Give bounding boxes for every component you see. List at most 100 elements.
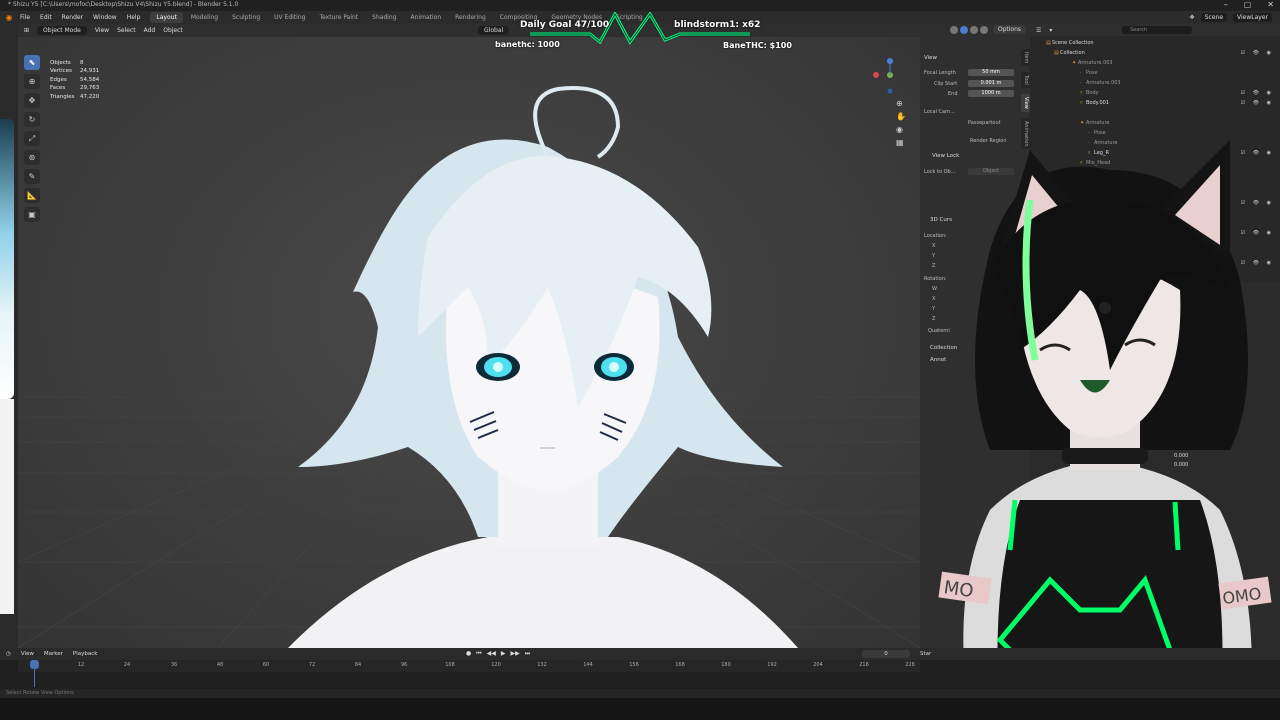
passepartout-checkbox[interactable]: Passepartout <box>968 120 1001 126</box>
editor-type-icon[interactable]: ⊞ <box>24 27 29 34</box>
tab-animation-sidebar[interactable]: Animation <box>1021 117 1030 150</box>
outliner-row[interactable]: · Armature.003 <box>1080 80 1121 86</box>
visibility-toggles[interactable]: ☑ 👁 ◉ <box>1241 100 1274 106</box>
navigation-gizmo[interactable] <box>866 57 906 97</box>
visibility-toggles[interactable]: ☑ 👁 ◉ <box>1241 150 1274 156</box>
view-menu[interactable]: View <box>95 27 109 34</box>
jump-start-icon[interactable]: ⏮ <box>476 650 481 658</box>
playhead[interactable] <box>30 660 39 669</box>
view-layer-selector[interactable]: ViewLayer <box>1233 13 1272 22</box>
visibility-toggles[interactable]: ☑ 👁 ◉ <box>1241 90 1274 96</box>
camera-icon[interactable]: ◉ <box>896 125 906 134</box>
timeline-marker-menu[interactable]: Marker <box>44 651 63 657</box>
visibility-toggles[interactable]: ☑ 👁 ◉ <box>1241 200 1274 206</box>
tab-shading[interactable]: Shading <box>366 12 402 23</box>
3d-viewport[interactable]: ⬉ ⊕ ✥ ↻ ⤢ ⊛ ✎ 📐 ▣ Objects 8 Vertices 24,93… <box>18 37 920 648</box>
menu-help[interactable]: Help <box>127 14 141 21</box>
add-cube-tool-icon[interactable]: ▣ <box>24 207 40 222</box>
maximize-button[interactable]: ▢ <box>1244 0 1252 9</box>
move-tool-icon[interactable]: ✥ <box>24 93 40 108</box>
select-tool-icon[interactable]: ⬉ <box>24 55 40 70</box>
selected-property-field[interactable] <box>1216 391 1240 398</box>
focal-length-field[interactable]: 50 mm <box>968 69 1014 76</box>
property-value[interactable]: 0.000 <box>1174 443 1188 452</box>
property-value[interactable]: 0.000 <box>1174 452 1188 461</box>
timeline-editor-icon[interactable]: ◷ <box>6 651 11 657</box>
menu-edit[interactable]: Edit <box>40 14 52 21</box>
clip-start-field[interactable]: 0.001 m <box>968 80 1014 87</box>
next-keyframe-icon[interactable]: ▶▶ <box>511 650 520 658</box>
tab-item[interactable]: Item <box>1021 49 1030 67</box>
current-frame-field[interactable]: 0 <box>862 650 910 658</box>
prev-keyframe-icon[interactable]: ◀◀ <box>487 650 496 658</box>
wireframe-shading-icon[interactable] <box>950 26 958 34</box>
property-value[interactable]: 0.0 <box>1174 434 1188 443</box>
tab-uv-editing[interactable]: UV Editing <box>268 12 311 23</box>
visibility-toggles[interactable]: ☑ 👁 ◉ <box>1241 230 1274 236</box>
minimize-button[interactable]: – <box>1224 0 1228 9</box>
outliner-row[interactable]: · Pose <box>1088 170 1106 176</box>
solid-shading-icon[interactable] <box>960 26 968 34</box>
outliner-row[interactable]: ▤Collection <box>1054 50 1085 56</box>
view-lock-header[interactable]: View Lock <box>932 153 959 159</box>
display-mode-icon[interactable]: ▾ <box>1049 27 1052 34</box>
outliner-row[interactable]: ✦ Armature.003 <box>1072 60 1113 66</box>
scale-tool-icon[interactable]: ⤢ <box>24 131 40 146</box>
outliner-row[interactable]: ✦ Armature <box>1080 120 1109 126</box>
tab-layout[interactable]: Layout <box>150 12 183 23</box>
menu-window[interactable]: Window <box>93 14 117 21</box>
timeline-view-menu[interactable]: View <box>21 651 34 657</box>
rotation-mode-selector[interactable]: Quaterni <box>928 328 950 334</box>
outliner-row[interactable]: · Pose <box>1080 70 1098 76</box>
outliner-row[interactable]: ▤Scene Collection <box>1046 40 1094 46</box>
menu-render[interactable]: Render <box>62 14 83 21</box>
tab-modeling[interactable]: Modeling <box>185 12 224 23</box>
visibility-toggles[interactable]: ☑ 👁 ◉ <box>1241 260 1274 266</box>
mode-selector[interactable]: Object Mode <box>37 26 87 35</box>
outliner-row[interactable]: · Armature <box>1088 140 1117 146</box>
close-button[interactable]: ✕ <box>1267 0 1274 9</box>
tab-animation[interactable]: Animation <box>405 12 448 23</box>
tab-sculpting[interactable]: Sculpting <box>226 12 266 23</box>
view-section-header[interactable]: View <box>924 55 937 61</box>
collections-header[interactable]: Collection <box>930 345 957 351</box>
material-shading-icon[interactable] <box>970 26 978 34</box>
property-value[interactable]: 0.000 <box>1174 461 1188 470</box>
cursor-tool-icon[interactable]: ⊕ <box>24 74 40 89</box>
grid-view-icon[interactable]: ▦ <box>896 138 906 147</box>
outliner-row[interactable]: ▿ Body.001 <box>1080 100 1109 106</box>
tab-view[interactable]: View <box>1021 94 1030 112</box>
timeline-playback-menu[interactable]: Playback <box>73 651 98 657</box>
options-button[interactable]: Options <box>992 25 1026 34</box>
rotate-tool-icon[interactable]: ↻ <box>24 112 40 127</box>
outliner-row[interactable]: ▿ Body <box>1080 90 1099 96</box>
measure-tool-icon[interactable]: 📐 <box>24 188 40 203</box>
lock-object-field[interactable]: Object <box>968 168 1014 175</box>
play-icon[interactable]: ▶ <box>501 650 506 658</box>
annotations-header[interactable]: Annot <box>930 357 946 363</box>
scene-selector[interactable]: Scene <box>1200 13 1228 22</box>
tab-texture-paint[interactable]: Texture Paint <box>313 12 364 23</box>
outliner-search-input[interactable]: Search <box>1122 26 1192 34</box>
outliner-row[interactable]: ▿ Mio_Head <box>1080 160 1110 166</box>
outliner-row[interactable]: ▿ Leg_R <box>1088 150 1109 156</box>
blender-logo-icon[interactable]: ◉ <box>0 13 18 22</box>
record-icon[interactable]: ● <box>466 650 471 658</box>
timeline-ruler[interactable]: 0 12 24 36 48 60 72 84 96 108 120 132 14… <box>18 660 920 672</box>
pan-hand-icon[interactable]: ✋ <box>896 112 906 121</box>
select-menu[interactable]: Select <box>117 27 136 34</box>
rendered-shading-icon[interactable] <box>980 26 988 34</box>
object-menu[interactable]: Object <box>163 27 183 34</box>
clip-end-field[interactable]: 1000 m <box>968 90 1014 97</box>
outliner-row[interactable]: · Pose <box>1088 130 1106 136</box>
annotate-tool-icon[interactable]: ✎ <box>24 169 40 184</box>
visibility-toggles[interactable]: ☑ 👁 ◉ <box>1241 50 1274 56</box>
jump-end-icon[interactable]: ⏭ <box>525 650 530 658</box>
add-menu[interactable]: Add <box>144 27 156 34</box>
menu-file[interactable]: File <box>20 14 30 21</box>
render-region-checkbox[interactable]: Render Region <box>970 138 1007 144</box>
tab-tool[interactable]: Tool <box>1021 72 1030 89</box>
outliner-editor-icon[interactable]: ☰ <box>1036 27 1041 34</box>
3d-cursor-header[interactable]: 3D Curs <box>930 217 952 223</box>
zoom-icon[interactable]: ⊕ <box>896 99 906 108</box>
